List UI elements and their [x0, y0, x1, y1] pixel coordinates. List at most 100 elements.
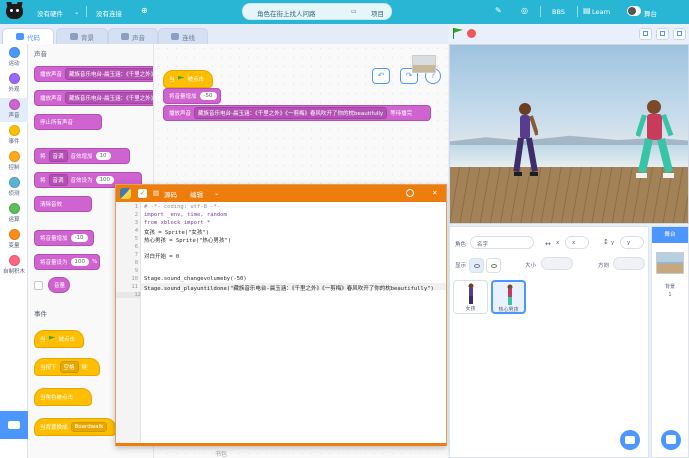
effect-dropdown[interactable]: 音调 — [48, 174, 68, 186]
check-icon[interactable]: ✓ — [138, 189, 147, 198]
extension-icon — [8, 421, 20, 429]
block-play-until-done[interactable]: 播放声音 藏族音乐电台-晨玉涵：《千里之外》 — [34, 66, 153, 82]
project-title-box[interactable]: 角色在街上找人问路 ▭ 项目 — [242, 3, 392, 20]
script-play-until-done[interactable]: 播放声音 藏族音乐电台-晨玉涵：《千里之外》《一剪梅》春风吹开了你的枕beauti… — [163, 105, 431, 121]
category-dot-icon — [8, 125, 20, 136]
category-looks[interactable]: 外观 — [0, 72, 28, 96]
small-stage-button[interactable] — [639, 28, 652, 40]
edit-menu[interactable]: 编辑 — [190, 189, 203, 199]
globe-icon[interactable]: ⊕ — [141, 6, 148, 15]
category-dot-icon — [8, 47, 20, 58]
source-menu[interactable]: 源码 — [164, 189, 177, 199]
sprite-card-girl[interactable]: 女孩 — [453, 280, 488, 314]
project-menu[interactable]: 项目 — [371, 8, 384, 18]
sprite-name-input[interactable]: 名字 — [470, 236, 534, 249]
volume-set-input[interactable]: 100 — [70, 258, 90, 266]
volume-monitor-checkbox[interactable] — [34, 281, 43, 290]
code-line[interactable]: 女孩 = Sprite("女孩") — [144, 228, 209, 236]
x-input[interactable]: x — [565, 236, 589, 249]
code-line[interactable]: import _env, time, random — [144, 212, 227, 218]
chevron-down-icon: ⌄ — [214, 189, 220, 197]
size-input[interactable] — [541, 257, 573, 270]
script-volume-input[interactable]: -50 — [199, 92, 217, 100]
large-stage-button[interactable] — [656, 28, 669, 40]
effect-set-input[interactable]: 100 — [95, 176, 115, 184]
block-when-sprite-clicked[interactable]: 当角色被点击 — [34, 388, 92, 406]
bbs-link[interactable]: BBS — [552, 8, 565, 16]
code-window-header: ✓ ▤ 源码 编辑 ⌄ ✕ — [116, 185, 446, 202]
hide-sprite-button[interactable] — [486, 258, 501, 273]
block-stop-all-sounds[interactable]: 停止所有声音 — [34, 114, 102, 130]
connection-menu[interactable]: 没有连接 — [96, 8, 122, 18]
block-change-effect[interactable]: 将音调 音效增加 10 — [34, 148, 130, 164]
direction-input[interactable] — [613, 257, 645, 270]
category-events[interactable]: 事件 — [0, 124, 28, 148]
category-variables[interactable]: 变量 — [0, 228, 28, 252]
script-sound-dropdown[interactable]: 藏族音乐电台-晨玉涵：《千里之外》《一剪梅》春风吹开了你的枕beautifull… — [194, 107, 388, 119]
sprite-helpful-boy-on-stage[interactable] — [636, 97, 674, 183]
y-input[interactable]: y — [620, 236, 644, 249]
effect-dropdown[interactable]: 音调 — [48, 150, 68, 162]
tab-sounds[interactable]: 声音 — [108, 28, 158, 44]
close-icon[interactable]: ✕ — [432, 189, 437, 197]
effect-change-input[interactable]: 10 — [95, 152, 111, 160]
backdrop-dropdown[interactable]: Boardwalk — [70, 422, 108, 432]
direction-label: 方向 — [598, 263, 610, 269]
script-when-flag-clicked[interactable]: 当被点击 — [163, 70, 213, 88]
block-when-flag-clicked[interactable]: 当被点击 — [34, 330, 84, 348]
size-label: 大小 — [525, 263, 537, 269]
learn-link[interactable]: Learn — [592, 8, 610, 16]
project-title[interactable]: 角色在街上找人问路 — [257, 8, 316, 18]
edit-icon[interactable]: ✎ — [495, 6, 502, 15]
category-sound[interactable]: 声音 — [0, 98, 28, 122]
category-motion[interactable]: 运动 — [0, 46, 28, 70]
sprite-label: 角色 — [455, 242, 467, 248]
code-window-footer — [116, 443, 446, 446]
code-line[interactable]: # -*- coding: utf-8 -*- — [144, 204, 220, 210]
camera-icon[interactable]: ◎ — [521, 6, 528, 15]
code-line[interactable]: 热心男孩 = Sprite("热心男孩") — [144, 236, 231, 244]
sound-dropdown[interactable]: 藏族音乐电台-晨玉涵：《千里之外》 — [65, 68, 153, 80]
hardware-menu[interactable]: 没有硬件 — [37, 8, 63, 18]
add-backdrop-button[interactable] — [661, 430, 681, 450]
category-sensing[interactable]: 侦测 — [0, 176, 28, 200]
stage-selector[interactable]: 舞台 背景 1 — [651, 226, 689, 458]
add-extension-button[interactable] — [0, 411, 28, 439]
block-set-volume[interactable]: 将音量设为 100% — [34, 254, 100, 270]
show-sprite-button[interactable] — [469, 258, 484, 273]
block-start-sound[interactable]: 播放声音 藏族音乐电台-晨玉涵：《千里之外》 — [34, 90, 153, 106]
sprite-card-helpful-boy[interactable]: 热心男孩 — [491, 280, 526, 314]
green-flag-icon[interactable] — [453, 28, 463, 39]
undo-button[interactable]: ↶ — [372, 68, 390, 84]
code-line[interactable]: Stage.sound_changevolumeby(-50) — [144, 276, 247, 282]
code-line[interactable]: 对白开始 = 0 — [144, 252, 179, 260]
key-dropdown[interactable]: 空格 — [59, 361, 79, 373]
line-number: 9 — [134, 268, 138, 274]
category-my-blocks[interactable]: 自制积木 — [0, 254, 28, 278]
stop-button[interactable] — [467, 29, 476, 38]
python-icon — [120, 188, 131, 199]
script-change-volume[interactable]: 将音量增加 -50 — [163, 88, 221, 104]
fullscreen-button[interactable] — [673, 28, 686, 40]
add-sprite-button[interactable] — [620, 430, 640, 450]
volume-change-input[interactable]: -10 — [70, 234, 88, 242]
tab-connect[interactable]: 连线 — [158, 28, 208, 44]
stage-header — [449, 24, 689, 44]
block-change-volume[interactable]: 将音量增加 -10 — [34, 230, 94, 246]
sound-dropdown[interactable]: 藏族音乐电台-晨玉涵：《千里之外》 — [65, 92, 153, 104]
code-line[interactable]: from xblock import * — [144, 220, 210, 226]
block-when-backdrop-switches[interactable]: 当背景换成 Boardwalk — [34, 418, 116, 436]
category-control[interactable]: 控制 — [0, 150, 28, 174]
mode-toggle[interactable] — [627, 6, 641, 16]
backpack-label[interactable]: 书包 — [215, 449, 227, 458]
settings-icon[interactable] — [406, 189, 414, 197]
app-logo[interactable] — [6, 4, 23, 19]
block-volume-reporter[interactable]: 音量 — [48, 277, 70, 293]
category-operators[interactable]: 运算 — [0, 202, 28, 226]
tab-code[interactable]: 代码 — [2, 28, 54, 44]
sprite-girl-on-stage[interactable] — [512, 100, 538, 182]
code-line[interactable]: Stage.sound_playuntildone("藏族音乐电台-晨玉涵：《千… — [144, 284, 434, 292]
block-clear-effects[interactable]: 清除音效 — [34, 196, 92, 212]
tab-backdrops[interactable]: 背景 — [56, 28, 108, 44]
block-when-key-pressed[interactable]: 当按下 空格键 — [34, 358, 100, 376]
